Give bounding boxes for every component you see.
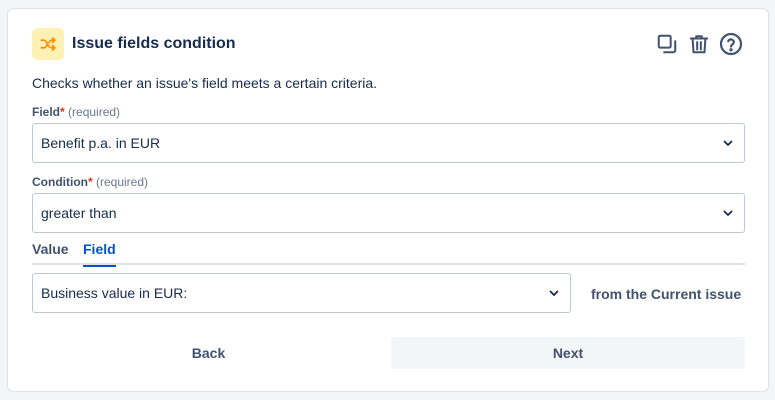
required-star: * [87, 175, 93, 189]
back-button[interactable]: Back [32, 337, 385, 369]
condition-card: Issue fields condition Checks whether an… [7, 8, 769, 392]
chevron-down-icon [720, 135, 736, 151]
compare-source-text: from the Current issue [591, 286, 742, 302]
condition-select[interactable]: greater than [32, 193, 745, 233]
required-text: (required) [96, 175, 149, 189]
field-select[interactable]: Benefit p.a. in EUR [32, 123, 745, 163]
required-text: (required) [68, 105, 121, 119]
trash-icon[interactable] [686, 31, 712, 57]
condition-label-text: Condition [32, 175, 88, 189]
field-label: Field* (required) [32, 105, 120, 119]
help-icon[interactable] [718, 31, 744, 57]
card-header: Issue fields condition [32, 27, 744, 61]
value-type-tabs: Value Field [32, 241, 745, 267]
next-button[interactable]: Next [391, 337, 745, 369]
tab-field[interactable]: Field [83, 241, 116, 267]
chevron-down-icon [546, 285, 562, 301]
condition-label: Condition* (required) [32, 175, 148, 189]
header-actions [654, 31, 744, 57]
field-label-text: Field [32, 105, 61, 119]
required-star: * [60, 105, 65, 119]
tab-value[interactable]: Value [32, 241, 69, 265]
chevron-down-icon [720, 205, 736, 221]
compare-field-value: Business value in EUR: [41, 285, 188, 301]
field-select-value: Benefit p.a. in EUR [41, 135, 161, 151]
page-title: Issue fields condition [72, 35, 236, 52]
compare-field-select[interactable]: Business value in EUR: [32, 273, 571, 313]
card-description: Checks whether an issue's field meets a … [32, 75, 378, 91]
copy-icon[interactable] [654, 31, 680, 57]
shuffle-icon [32, 28, 64, 60]
condition-select-value: greater than [41, 205, 117, 221]
